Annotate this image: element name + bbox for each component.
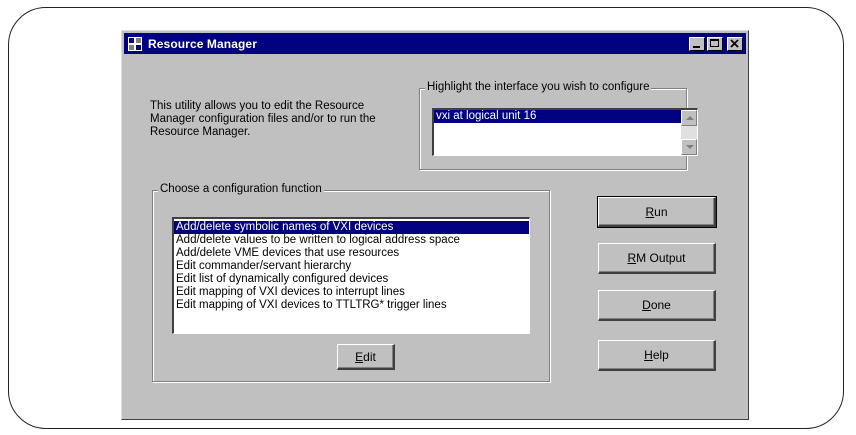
interface-item[interactable]: vxi at logical unit 16	[434, 110, 697, 123]
scroll-down-button[interactable]	[681, 139, 697, 155]
run-mnemonic: R	[645, 204, 655, 219]
scroll-up-button[interactable]	[681, 110, 697, 126]
help-mnemonic: H	[644, 348, 653, 362]
close-button[interactable]	[727, 36, 743, 51]
function-item[interactable]: Add/delete VME devices that use resource…	[174, 247, 529, 260]
rm-output-label: M Output	[636, 251, 686, 265]
interface-group-label: Highlight the interface you wish to conf…	[425, 81, 652, 93]
help-button[interactable]: Help	[598, 340, 716, 371]
arrow-down-icon	[686, 145, 694, 149]
maximize-icon	[710, 38, 719, 47]
resource-manager-window: Resource Manager This utility allows you…	[121, 30, 749, 420]
resource-manager-icon	[127, 36, 143, 52]
function-item[interactable]: Add/delete symbolic names of VXI devices	[174, 221, 529, 234]
help-label: elp	[652, 348, 669, 362]
function-item[interactable]: Add/delete values to be written to logic…	[174, 234, 529, 247]
function-listbox[interactable]: Add/delete symbolic names of VXI devices…	[172, 217, 530, 334]
window-title: Resource Manager	[148, 36, 257, 51]
function-groupbox: Choose a configuration function Add/dele…	[152, 183, 550, 382]
arrow-up-icon	[686, 116, 694, 120]
done-mnemonic: D	[642, 298, 651, 312]
description-text: This utility allows you to edit the Reso…	[150, 100, 376, 138]
function-item[interactable]: Edit commander/servant hierarchy	[174, 260, 529, 273]
edit-mnemonic: E	[355, 349, 364, 364]
run-button[interactable]: Run	[597, 196, 717, 228]
edit-button[interactable]: Edit	[337, 344, 395, 370]
edit-label: dit	[363, 349, 376, 364]
done-button[interactable]: Done	[598, 290, 716, 321]
rm-output-mnemonic: R	[627, 251, 637, 265]
minimize-button[interactable]	[689, 36, 705, 51]
close-icon	[730, 38, 739, 48]
function-item[interactable]: Edit list of dynamically configured devi…	[174, 273, 529, 286]
rm-output-button[interactable]: RM Output	[598, 243, 716, 274]
title-bar[interactable]: Resource Manager	[124, 33, 746, 54]
function-item[interactable]: Edit mapping of VXI devices to interrupt…	[174, 286, 529, 299]
maximize-button[interactable]	[707, 36, 723, 51]
interface-scrollbar[interactable]	[681, 110, 697, 155]
function-group-label: Choose a configuration function	[158, 183, 324, 195]
interface-listbox[interactable]: vxi at logical unit 16	[432, 108, 698, 156]
interface-groupbox: Highlight the interface you wish to conf…	[419, 81, 698, 170]
done-label: one	[650, 298, 671, 312]
run-label: un	[654, 204, 668, 219]
function-item[interactable]: Edit mapping of VXI devices to TTLTRG* t…	[174, 299, 529, 312]
minimize-icon	[693, 45, 700, 48]
